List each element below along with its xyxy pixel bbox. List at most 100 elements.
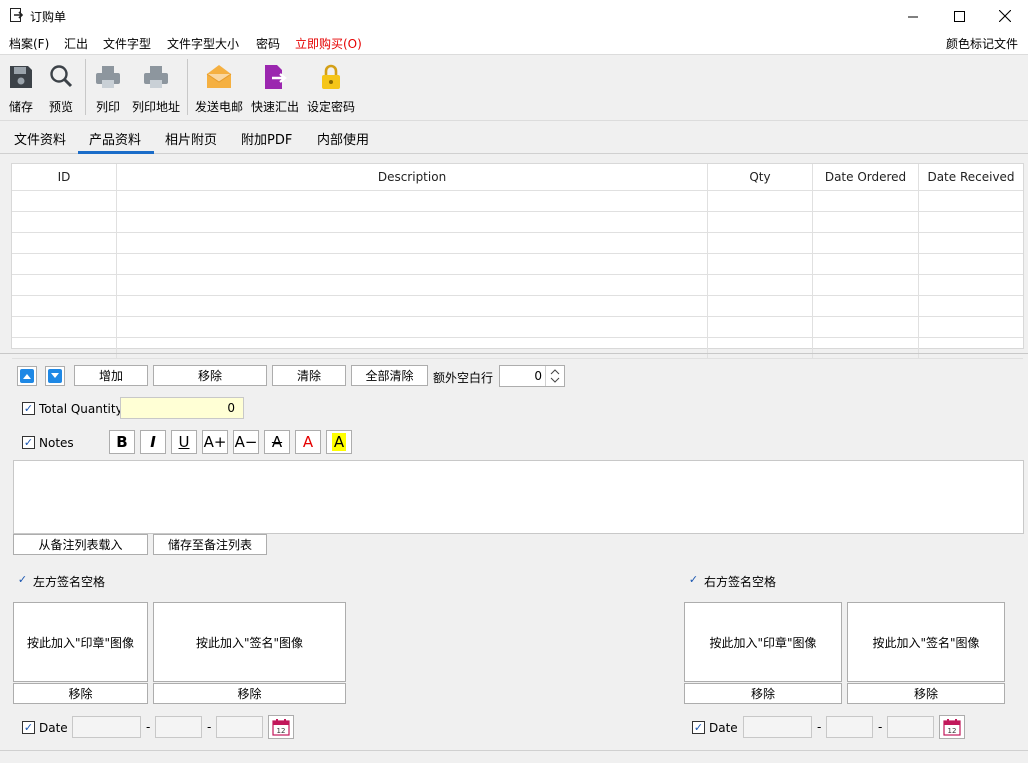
left-calendar-button[interactable]: 12	[268, 715, 294, 739]
table-cell[interactable]	[12, 254, 117, 274]
table-cell[interactable]	[117, 191, 708, 211]
italic-button[interactable]: I	[140, 430, 166, 454]
tab-internal-use[interactable]: 内部使用	[317, 129, 369, 148]
left-stamp-image-button[interactable]: 按此加入"印章"图像	[13, 602, 148, 682]
tab-product-info[interactable]: 产品资料	[89, 129, 141, 148]
table-cell[interactable]	[12, 275, 117, 295]
table-row[interactable]	[12, 191, 1023, 212]
notes-checkbox[interactable]: ✓	[22, 436, 35, 449]
right-signature-remove-button[interactable]: 移除	[847, 683, 1005, 704]
print-address-button[interactable]: 列印地址	[128, 59, 184, 117]
right-date-month-field[interactable]	[826, 716, 873, 738]
table-row[interactable]	[12, 233, 1023, 254]
minimize-button[interactable]	[890, 0, 936, 32]
add-row-button[interactable]: 增加	[74, 365, 148, 386]
table-cell[interactable]	[12, 338, 117, 358]
save-button[interactable]: 储存	[2, 59, 40, 117]
table-cell[interactable]	[813, 212, 919, 232]
table-cell[interactable]	[708, 233, 813, 253]
table-cell[interactable]	[708, 296, 813, 316]
right-stamp-remove-button[interactable]: 移除	[684, 683, 842, 704]
extra-blank-rows-spinner[interactable]: 0	[499, 365, 565, 387]
table-cell[interactable]	[919, 191, 1023, 211]
table-cell[interactable]	[708, 191, 813, 211]
tab-document-info[interactable]: 文件资料	[14, 129, 66, 148]
table-row[interactable]	[12, 338, 1023, 359]
right-signature-image-button[interactable]: 按此加入"签名"图像	[847, 602, 1005, 682]
underline-button[interactable]: U	[171, 430, 197, 454]
menu-color-mark[interactable]: 颜色标记文件	[946, 35, 1018, 52]
right-calendar-button[interactable]: 12	[939, 715, 965, 739]
table-row[interactable]	[12, 212, 1023, 233]
set-password-button[interactable]: 设定密码	[304, 59, 358, 117]
left-signature-checkbox[interactable]: ✓	[16, 573, 29, 586]
clear-all-button[interactable]: 全部清除	[351, 365, 428, 386]
move-up-button[interactable]	[17, 366, 37, 386]
left-date-day-field[interactable]	[216, 716, 263, 738]
left-date-year-field[interactable]	[72, 716, 141, 738]
right-date-year-field[interactable]	[743, 716, 812, 738]
table-cell[interactable]	[12, 317, 117, 337]
tab-attach-pdf[interactable]: 附加PDF	[241, 129, 292, 148]
quick-export-button[interactable]: 快速汇出	[248, 59, 302, 117]
total-quantity-checkbox[interactable]: ✓	[22, 402, 35, 415]
column-header-date-received[interactable]: Date Received	[919, 164, 1023, 190]
table-cell[interactable]	[117, 317, 708, 337]
right-signature-checkbox[interactable]: ✓	[687, 573, 700, 586]
table-cell[interactable]	[919, 296, 1023, 316]
menu-font-size[interactable]: 文件字型大小	[167, 35, 239, 52]
table-cell[interactable]	[708, 275, 813, 295]
right-date-day-field[interactable]	[887, 716, 934, 738]
left-signature-remove-button[interactable]: 移除	[153, 683, 346, 704]
right-stamp-image-button[interactable]: 按此加入"印章"图像	[684, 602, 842, 682]
clear-row-button[interactable]: 清除	[272, 365, 346, 386]
table-cell[interactable]	[708, 317, 813, 337]
left-signature-image-button[interactable]: 按此加入"签名"图像	[153, 602, 346, 682]
column-header-description[interactable]: Description	[117, 164, 708, 190]
table-cell[interactable]	[813, 233, 919, 253]
table-cell[interactable]	[813, 338, 919, 358]
tab-photo-attachment[interactable]: 相片附页	[165, 129, 217, 148]
table-row[interactable]	[12, 254, 1023, 275]
spinner-arrows[interactable]	[545, 366, 564, 386]
table-cell[interactable]	[919, 338, 1023, 358]
table-cell[interactable]	[117, 275, 708, 295]
strikethrough-button[interactable]: A	[264, 430, 290, 454]
table-cell[interactable]	[919, 254, 1023, 274]
product-table[interactable]: ID Description Qty Date Ordered Date Rec…	[11, 163, 1024, 359]
maximize-button[interactable]	[936, 0, 982, 32]
table-cell[interactable]	[117, 212, 708, 232]
menu-font[interactable]: 文件字型	[103, 35, 151, 52]
table-cell[interactable]	[813, 317, 919, 337]
table-cell[interactable]	[919, 233, 1023, 253]
table-cell[interactable]	[813, 275, 919, 295]
menu-file[interactable]: 档案(F)	[9, 35, 49, 52]
menu-password[interactable]: 密码	[256, 35, 280, 52]
table-cell[interactable]	[813, 191, 919, 211]
increase-font-button[interactable]: A+	[202, 430, 228, 454]
load-notes-button[interactable]: 从备注列表载入	[13, 534, 148, 555]
save-notes-button[interactable]: 储存至备注列表	[153, 534, 267, 555]
table-row[interactable]	[12, 275, 1023, 296]
table-cell[interactable]	[12, 233, 117, 253]
bold-button[interactable]: B	[109, 430, 135, 454]
column-header-id[interactable]: ID	[12, 164, 117, 190]
table-cell[interactable]	[117, 296, 708, 316]
move-down-button[interactable]	[45, 366, 65, 386]
print-button[interactable]: 列印	[89, 59, 127, 117]
table-cell[interactable]	[919, 317, 1023, 337]
menu-buy-now[interactable]: 立即购买(O)	[295, 35, 362, 52]
table-cell[interactable]	[708, 338, 813, 358]
table-cell[interactable]	[117, 338, 708, 358]
right-date-checkbox[interactable]: ✓	[692, 721, 705, 734]
send-email-button[interactable]: 发送电邮	[192, 59, 246, 117]
close-button[interactable]	[982, 0, 1028, 32]
left-date-month-field[interactable]	[155, 716, 202, 738]
table-cell[interactable]	[813, 254, 919, 274]
table-cell[interactable]	[708, 254, 813, 274]
left-date-checkbox[interactable]: ✓	[22, 721, 35, 734]
table-row[interactable]	[12, 296, 1023, 317]
font-color-button[interactable]: A	[295, 430, 321, 454]
table-cell[interactable]	[813, 296, 919, 316]
notes-textarea[interactable]	[13, 460, 1024, 534]
